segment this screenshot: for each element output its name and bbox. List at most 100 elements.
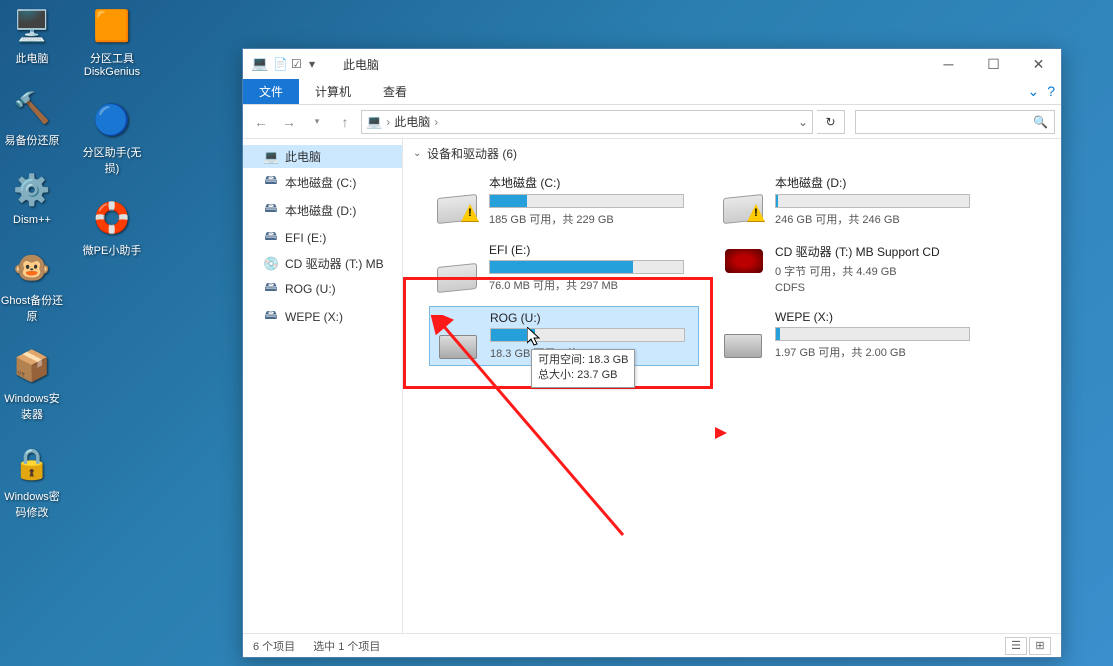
drive-name: CD 驱动器 (T:) MB Support CD: [775, 243, 981, 260]
sidebar-item[interactable]: 🖴 ROG (U:): [243, 275, 402, 303]
desktop-icon[interactable]: 🟧 分区工具DiskGenius: [80, 4, 144, 78]
desktop-icon[interactable]: 🖥️ 此电脑: [0, 4, 64, 66]
titlebar: 💻 📄 ☑ ▾ 此电脑 ─ ☐ ✕: [243, 49, 1061, 79]
desktop-icon-label: Dism++: [13, 214, 51, 226]
tab-file[interactable]: 文件: [243, 79, 299, 104]
rog-icon: [725, 249, 763, 273]
usb-drive-icon: [724, 334, 762, 358]
refresh-button[interactable]: ↻: [817, 110, 845, 134]
drive-stats: 76.0 MB 可用，共 297 MB: [489, 277, 695, 293]
qat-dd-icon[interactable]: ▾: [309, 57, 323, 71]
ribbon-tabs: 文件 计算机 查看 ⌄ ?: [243, 79, 1061, 105]
desktop-icon-label: Windows安装器: [0, 390, 64, 422]
sidebar-item[interactable]: 🖴 本地磁盘 (C:): [243, 168, 402, 196]
qat-props-icon[interactable]: 📄: [273, 57, 287, 71]
app-icon: 🟧: [90, 4, 134, 48]
sidebar: 💻 此电脑🖴 本地磁盘 (C:)🖴 本地磁盘 (D:)🖴 EFI (E:)💿 C…: [243, 139, 403, 633]
drive-item[interactable]: EFI (E:) 76.0 MB 可用，共 297 MB: [429, 239, 699, 298]
tooltip-line1: 可用空间: 18.3 GB: [538, 353, 628, 368]
sidebar-item-label: EFI (E:): [285, 231, 326, 245]
drive-icon: 🖴: [263, 171, 279, 193]
explorer-window: 💻 📄 ☑ ▾ 此电脑 ─ ☐ ✕ 文件 计算机 查看 ⌄ ? ← → ▾ ↑ …: [242, 48, 1062, 658]
maximize-button[interactable]: ☐: [971, 49, 1016, 79]
search-icon: 🔍: [1033, 115, 1048, 129]
drive-stats: 0 字节 可用，共 4.49 GB: [775, 263, 981, 279]
help-icon[interactable]: ?: [1047, 83, 1055, 100]
addr-dropdown-icon[interactable]: ⌄: [798, 115, 808, 129]
drive-icon: 💻: [263, 149, 279, 165]
sidebar-item[interactable]: 💿 CD 驱动器 (T:) MB: [243, 252, 402, 275]
drive-name: 本地磁盘 (C:): [489, 174, 695, 191]
tooltip-line2: 总大小: 23.7 GB: [538, 368, 628, 383]
minimize-button[interactable]: ─: [926, 49, 971, 79]
sidebar-item-label: 本地磁盘 (D:): [285, 202, 356, 219]
view-details-button[interactable]: ☰: [1005, 637, 1027, 655]
search-input[interactable]: 🔍: [855, 110, 1055, 134]
sidebar-item-label: WEPE (X:): [285, 310, 343, 324]
chevron-down-icon: ⌄: [413, 148, 427, 159]
content-pane: ⌄ 设备和驱动器 (6) ! 本地磁盘 (C:) 185 GB 可用，共 229…: [403, 139, 1061, 633]
window-title: 此电脑: [343, 56, 379, 73]
qat-check-icon[interactable]: ☑: [291, 57, 305, 71]
drive-stats: 185 GB 可用，共 229 GB: [489, 211, 695, 227]
view-tiles-button[interactable]: ⊞: [1029, 637, 1051, 655]
app-icon: ⚙️: [10, 168, 54, 212]
desktop-icon[interactable]: 🔵 分区助手(无损): [80, 98, 144, 176]
desktop-icon[interactable]: 🔨 易备份还原: [0, 86, 64, 148]
drive-item[interactable]: ! 本地磁盘 (D:) 246 GB 可用，共 246 GB: [715, 170, 985, 231]
drive-icon: 🖴: [263, 227, 279, 249]
drive-stats: 246 GB 可用，共 246 GB: [775, 211, 981, 227]
sidebar-item[interactable]: 🖴 EFI (E:): [243, 224, 402, 252]
sidebar-item-label: CD 驱动器 (T:) MB: [285, 255, 384, 272]
pc-icon: 💻: [251, 55, 269, 73]
breadcrumb-root[interactable]: 此电脑: [394, 113, 430, 130]
desktop-icon-label: Windows密码修改: [0, 488, 64, 520]
app-icon: 🔵: [90, 98, 134, 142]
desktop-icon[interactable]: 🐵 Ghost备份还原: [0, 246, 64, 324]
addressbar[interactable]: 💻 › 此电脑 › ⌄: [361, 110, 813, 134]
navbar: ← → ▾ ↑ 💻 › 此电脑 › ⌄ ↻ 🔍: [243, 105, 1061, 139]
mouse-cursor: [527, 327, 543, 352]
drive-name: WEPE (X:): [775, 310, 981, 324]
drive-name: 本地磁盘 (D:): [775, 174, 981, 191]
tab-computer[interactable]: 计算机: [299, 79, 367, 104]
drive-stats: 1.97 GB 可用，共 2.00 GB: [775, 344, 981, 360]
drive-item[interactable]: WEPE (X:) 1.97 GB 可用，共 2.00 GB: [715, 306, 985, 366]
back-button[interactable]: ←: [249, 110, 273, 134]
hdd-icon: [437, 263, 477, 293]
sidebar-item[interactable]: 💻 此电脑: [243, 145, 402, 168]
recent-dd-icon[interactable]: ▾: [305, 110, 329, 134]
addr-pc-icon: 💻: [366, 114, 382, 130]
desktop-icon[interactable]: 🔒 Windows密码修改: [0, 442, 64, 520]
desktop-icon[interactable]: 🛟 微PE小助手: [80, 196, 144, 258]
up-button[interactable]: ↑: [333, 110, 357, 134]
tab-view[interactable]: 查看: [367, 79, 423, 104]
app-icon: 🖥️: [10, 4, 54, 48]
desktop-icon[interactable]: 📦 Windows安装器: [0, 344, 64, 422]
section-title: 设备和驱动器 (6): [427, 145, 517, 162]
desktop-icon-label: 分区助手(无损): [80, 144, 144, 176]
desktop-icon[interactable]: ⚙️ Dism++: [0, 168, 64, 226]
app-icon: 📦: [10, 344, 54, 388]
close-button[interactable]: ✕: [1016, 49, 1061, 79]
status-count: 6 个项目: [253, 638, 295, 654]
app-icon: 🐵: [10, 246, 54, 290]
sidebar-item-label: 本地磁盘 (C:): [285, 174, 356, 191]
ribbon-collapse-icon[interactable]: ⌄: [1027, 83, 1039, 100]
drive-icon: 🖴: [263, 278, 279, 300]
statusbar: 6 个项目 选中 1 个项目 ☰ ⊞: [243, 633, 1061, 657]
sidebar-item[interactable]: 🖴 本地磁盘 (D:): [243, 196, 402, 224]
play-marker-icon: [715, 427, 727, 439]
drive-name: EFI (E:): [489, 243, 695, 257]
sidebar-item[interactable]: 🖴 WEPE (X:): [243, 303, 402, 331]
drive-icon: 🖴: [263, 306, 279, 328]
drive-item[interactable]: ! 本地磁盘 (C:) 185 GB 可用，共 229 GB: [429, 170, 699, 231]
section-header[interactable]: ⌄ 设备和驱动器 (6): [413, 145, 1051, 162]
desktop-icons: 🖥️ 此电脑 🔨 易备份还原 ⚙️ Dism++ 🐵 Ghost备份还原 📦 Windo…: [0, 0, 144, 520]
desktop-icon-label: Ghost备份还原: [0, 292, 64, 324]
forward-button[interactable]: →: [277, 110, 301, 134]
drive-fs: CDFS: [775, 282, 981, 294]
drive-item[interactable]: CD 驱动器 (T:) MB Support CD 0 字节 可用，共 4.49…: [715, 239, 985, 298]
sidebar-item-label: 此电脑: [285, 148, 321, 165]
desktop-icon-label: 微PE小助手: [83, 242, 142, 258]
